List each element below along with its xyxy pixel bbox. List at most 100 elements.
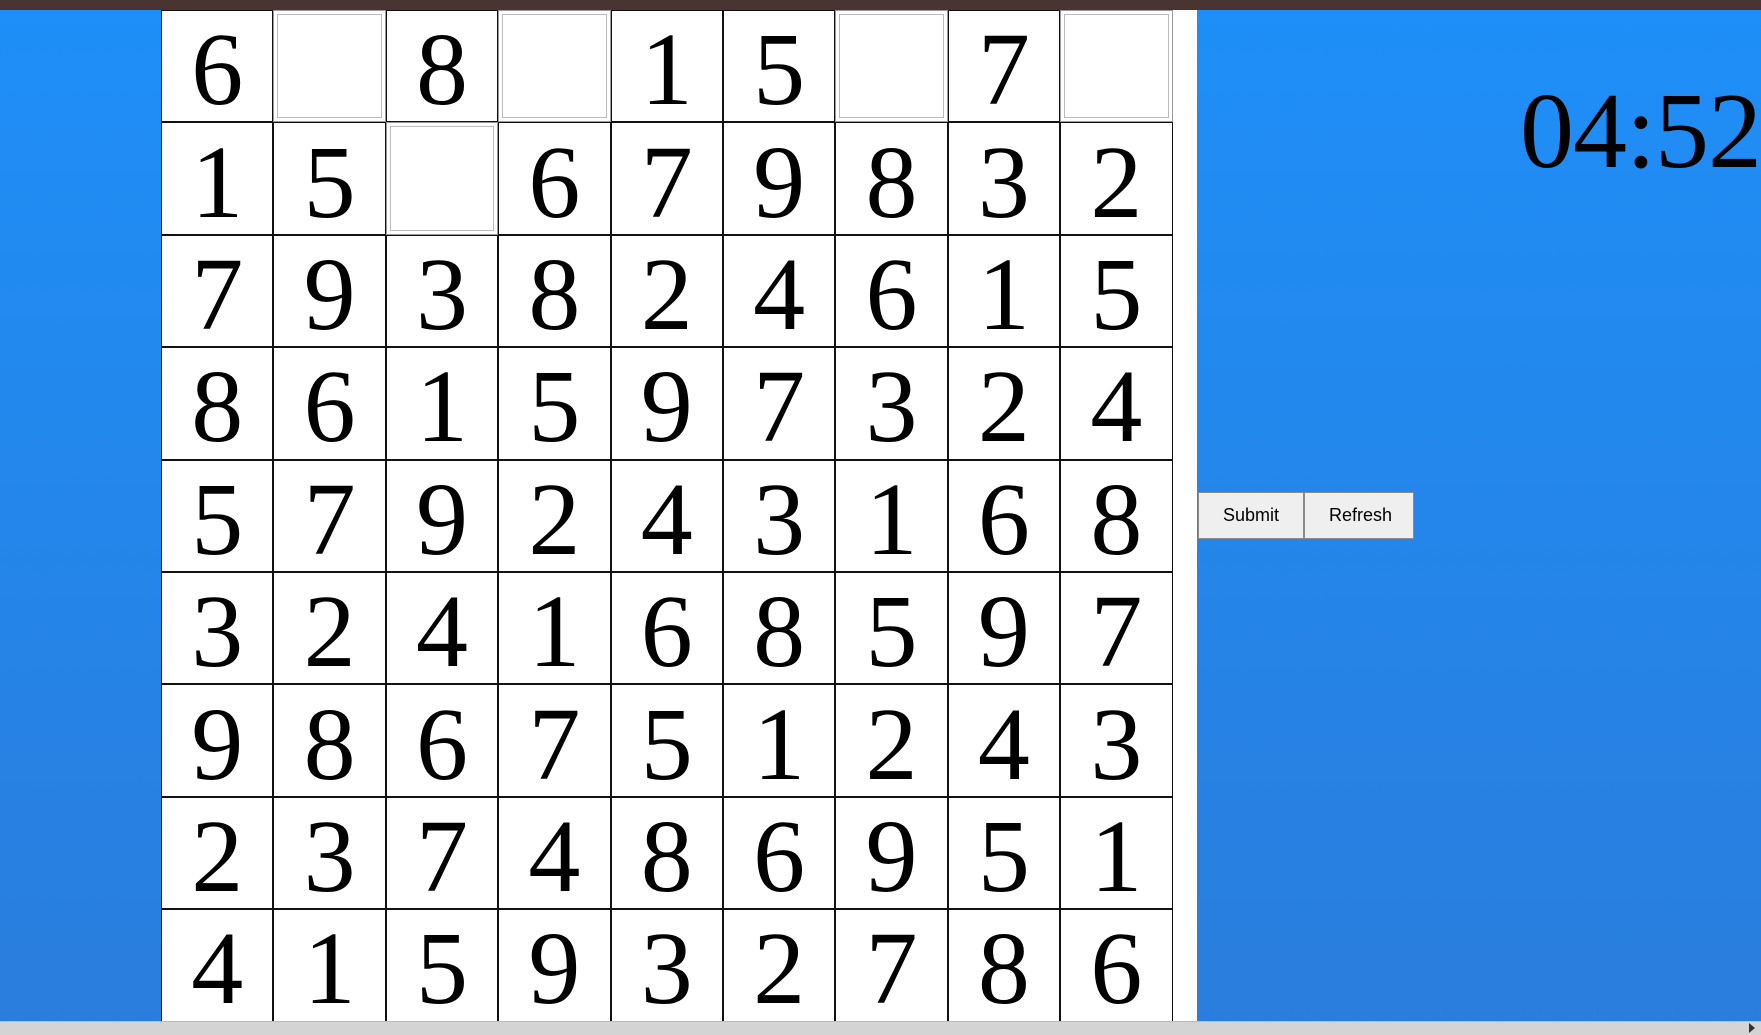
cell-digit: 6: [640, 574, 693, 690]
sudoku-cell: 2: [610, 234, 723, 352]
sudoku-cell: 7: [498, 684, 611, 802]
cell-digit: 5: [977, 798, 1030, 914]
sudoku-cell: 2: [1060, 122, 1173, 240]
cell-digit: 2: [191, 798, 244, 914]
sudoku-cell: 2: [498, 459, 611, 577]
countdown-timer: 04:52: [1519, 72, 1761, 191]
cell-digit: 4: [977, 686, 1030, 802]
sudoku-cell: 7: [722, 347, 836, 465]
cell-digit: 8: [977, 911, 1030, 1021]
horizontal-scrollbar[interactable]: [0, 1021, 1761, 1035]
sudoku-cell: 5: [273, 122, 386, 235]
cell-digit: 6: [865, 236, 918, 352]
cell-digit: 5: [528, 349, 581, 465]
cell-digit: 7: [191, 236, 244, 352]
cell-digit: 8: [528, 236, 581, 352]
sudoku-cell: 8: [835, 122, 948, 240]
sudoku-cell: 3: [273, 796, 386, 910]
sudoku-cell: 8: [498, 234, 611, 352]
sudoku-cell: 8: [273, 684, 386, 802]
cell-digit: 9: [640, 349, 693, 465]
sudoku-board: 6815715679832793824615861597324579243168…: [161, 10, 1197, 1021]
sudoku-cell: 5: [1060, 234, 1173, 348]
browser-top-bar: [0, 0, 1761, 10]
sudoku-cell: 4: [385, 571, 499, 685]
sudoku-cell: 9: [161, 684, 274, 802]
sudoku-cell: 8: [610, 796, 723, 914]
sudoku-cell: 8: [1060, 459, 1173, 577]
cell-digit: 8: [415, 12, 468, 128]
sudoku-cell: 1: [385, 347, 499, 460]
cell-digit: 7: [415, 798, 468, 914]
sudoku-cell: 9: [947, 571, 1061, 690]
sudoku-cell: 2: [161, 796, 274, 914]
cell-digit: 4: [191, 911, 244, 1021]
cell-digit: 3: [977, 124, 1030, 240]
sudoku-cell: 4: [1060, 347, 1173, 460]
cell-digit: 1: [528, 574, 581, 690]
cell-digit: 2: [303, 574, 356, 690]
sudoku-cell: 6: [161, 10, 274, 123]
sudoku-cell: 3: [722, 459, 836, 577]
sudoku-cell: 5: [722, 10, 836, 128]
cell-digit: 5: [415, 911, 468, 1021]
cell-digit: 3: [640, 911, 693, 1021]
sudoku-empty-cell[interactable]: [1060, 10, 1173, 123]
sudoku-cell: 6: [947, 459, 1061, 577]
sudoku-empty-cell[interactable]: [498, 10, 611, 123]
cell-digit: 4: [528, 798, 581, 914]
cell-digit: 6: [977, 461, 1030, 577]
cell-digit: 8: [753, 574, 806, 690]
sudoku-empty-cell[interactable]: [385, 122, 499, 235]
sudoku-empty-cell[interactable]: [835, 10, 948, 123]
sudoku-cell: 3: [610, 909, 723, 1021]
refresh-button[interactable]: Refresh: [1304, 492, 1414, 539]
cell-digit: 8: [640, 798, 693, 914]
sudoku-cell: 6: [835, 234, 948, 352]
sudoku-cell: 2: [273, 571, 386, 690]
cell-digit: 6: [1090, 911, 1143, 1021]
cell-digit: 3: [1090, 686, 1143, 802]
sudoku-cell: 8: [722, 571, 836, 690]
sudoku-cell: 7: [273, 459, 386, 572]
cell-digit: 9: [191, 686, 244, 802]
sudoku-cell: 6: [498, 122, 611, 235]
cell-digit: 2: [1090, 124, 1143, 240]
cell-digit: 2: [640, 236, 693, 352]
cell-digit: 2: [528, 461, 581, 577]
sudoku-cell: 1: [610, 10, 723, 128]
cell-digit: 6: [415, 686, 468, 802]
sudoku-cell: 2: [947, 347, 1061, 460]
cell-digit: 4: [753, 236, 806, 352]
sudoku-cell: 3: [161, 571, 274, 685]
scroll-right-arrow-icon[interactable]: [1749, 1023, 1755, 1033]
sudoku-cell: 7: [385, 796, 499, 914]
cell-digit: 9: [977, 574, 1030, 690]
cell-digit: 8: [865, 124, 918, 240]
cell-digit: 1: [640, 12, 693, 128]
sudoku-empty-cell[interactable]: [273, 10, 386, 123]
cell-digit: 8: [1090, 461, 1143, 577]
cell-digit: 8: [303, 686, 356, 802]
sudoku-cell: 7: [947, 10, 1061, 123]
cell-digit: 9: [865, 798, 918, 914]
cell-digit: 7: [528, 686, 581, 802]
sudoku-cell: 4: [947, 684, 1061, 802]
submit-button[interactable]: Submit: [1198, 492, 1304, 539]
cell-digit: 5: [753, 12, 806, 128]
sudoku-cell: 3: [947, 122, 1061, 240]
cell-digit: 7: [753, 349, 806, 465]
sudoku-cell: 5: [947, 796, 1061, 914]
sudoku-cell: 4: [722, 234, 836, 352]
cell-digit: 3: [753, 461, 806, 577]
cell-digit: 1: [1090, 798, 1143, 914]
sudoku-cell: 8: [161, 347, 274, 460]
sudoku-cell: 1: [722, 684, 836, 797]
cell-digit: 5: [865, 574, 918, 690]
sudoku-cell: 9: [722, 122, 836, 235]
cell-digit: 6: [753, 798, 806, 914]
sudoku-cell: 8: [385, 10, 499, 128]
sudoku-cell: 9: [498, 909, 611, 1021]
sudoku-cell: 9: [385, 459, 499, 572]
cell-digit: 1: [303, 911, 356, 1021]
